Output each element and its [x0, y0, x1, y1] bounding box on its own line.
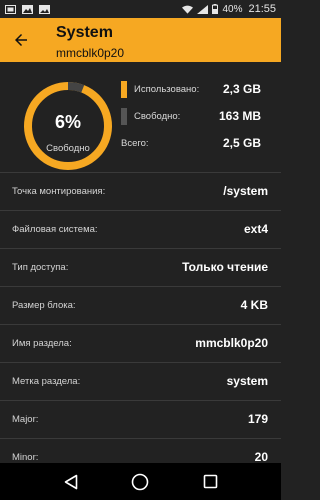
- detail-label: Файловая система:: [12, 224, 98, 235]
- image-icon: [39, 4, 50, 14]
- detail-value: 4 KB: [240, 298, 268, 312]
- legend-free: Свободно: 163 MB: [121, 107, 261, 125]
- details-list: Точка монтирования: /system Файловая сис…: [0, 172, 281, 476]
- detail-row-partition-label: Метка раздела: system: [0, 362, 281, 400]
- nav-recents-button[interactable]: [198, 470, 222, 494]
- detail-value: ext4: [243, 222, 268, 236]
- detail-value: /system: [223, 184, 268, 198]
- gauge-percent: 6%: [54, 112, 81, 132]
- status-bar: 40% 21:55: [0, 0, 281, 18]
- page-subtitle: mmcblk0p20: [56, 46, 125, 60]
- arrow-left-icon: [15, 34, 27, 46]
- navigation-bar: [0, 463, 281, 500]
- app-screen: 40% 21:55 System mmcblk0p20 6% Свободно …: [0, 0, 281, 500]
- wifi-icon: [182, 5, 194, 14]
- detail-row-block-size: Размер блока: 4 KB: [0, 286, 281, 324]
- signal-icon: [197, 4, 209, 14]
- detail-row-filesystem: Файловая система: ext4: [0, 210, 281, 248]
- legend-label: Всего:: [121, 138, 149, 149]
- detail-row-mount-point: Точка монтирования: /system: [0, 172, 281, 210]
- detail-label: Размер блока:: [12, 300, 76, 311]
- legend-total: Всего: 2,5 GB: [121, 134, 261, 152]
- battery-percent: 40%: [222, 3, 243, 15]
- clock: 21:55: [248, 3, 276, 15]
- detail-row-major: Major: 179: [0, 400, 281, 438]
- legend-label: Использовано:: [134, 84, 200, 95]
- detail-label: Major:: [12, 414, 39, 425]
- recents-square-icon: [203, 474, 217, 489]
- detail-value: Только чтение: [182, 260, 268, 274]
- detail-row-access-type: Тип доступа: Только чтение: [0, 248, 281, 286]
- legend-value: 2,5 GB: [222, 136, 261, 150]
- storage-summary: 6% Свободно Использовано: 2,3 GB Свободн…: [0, 62, 281, 175]
- screenshot-icon: [5, 4, 16, 14]
- status-left: [5, 4, 50, 14]
- used-swatch: [121, 81, 127, 98]
- free-swatch: [121, 108, 127, 125]
- detail-value: mmcblk0p20: [195, 336, 268, 350]
- nav-back-button[interactable]: [59, 470, 83, 494]
- gauge-label: Свободно: [46, 143, 90, 154]
- page-title: System: [56, 24, 113, 41]
- legend-value: 163 MB: [218, 109, 261, 123]
- status-right: 40% 21:55: [182, 3, 276, 15]
- detail-value: system: [226, 374, 268, 388]
- legend-label: Свободно:: [134, 111, 181, 122]
- detail-label: Тип доступа:: [12, 262, 69, 273]
- detail-label: Имя раздела:: [12, 338, 72, 349]
- detail-label: Метка раздела:: [12, 376, 81, 387]
- detail-label: Minor:: [12, 452, 39, 463]
- detail-row-partition-name: Имя раздела: mmcblk0p20: [0, 324, 281, 362]
- toolbar: System mmcblk0p20: [0, 18, 281, 62]
- usage-gauge: 6% Свободно: [22, 80, 114, 172]
- legend-used: Использовано: 2,3 GB: [121, 80, 261, 98]
- battery-icon: [212, 4, 219, 14]
- gallery-icon: [22, 4, 33, 14]
- detail-value: 179: [247, 412, 268, 426]
- back-button[interactable]: [8, 27, 34, 53]
- detail-value: 20: [254, 450, 268, 464]
- back-triangle-icon: [64, 474, 78, 489]
- legend-value: 2,3 GB: [222, 82, 261, 96]
- detail-label: Точка монтирования:: [12, 186, 106, 197]
- nav-home-button[interactable]: [128, 470, 152, 494]
- home-circle-icon: [132, 473, 149, 490]
